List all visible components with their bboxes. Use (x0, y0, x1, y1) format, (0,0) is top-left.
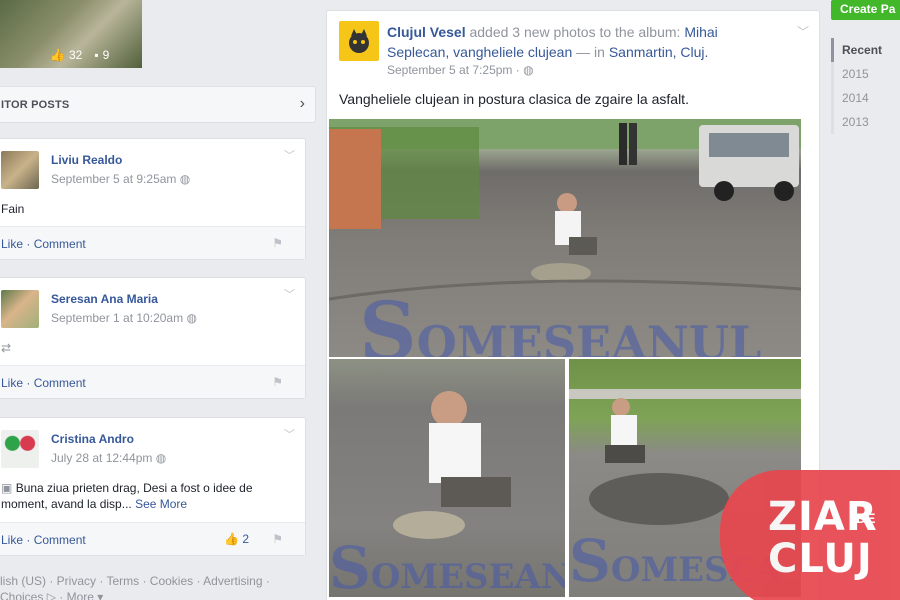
chevron-down-icon[interactable]: ﹀ (797, 23, 809, 40)
post-time[interactable]: September 5 at 9:25am ◍ (51, 172, 190, 186)
flag-icon[interactable]: ⚑ (272, 375, 283, 389)
visitor-post: Seresan Ana Maria September 1 at 10:20am… (0, 277, 306, 399)
avatar[interactable] (1, 430, 39, 468)
photo-icon: ▣ (1, 481, 13, 495)
like-link[interactable]: Like (1, 376, 23, 390)
like-link[interactable]: Like (1, 533, 23, 547)
post-actions: Like · Comment ⚑ (0, 365, 305, 398)
post-text: Fain (1, 202, 25, 216)
year-recent[interactable]: Recent (831, 38, 900, 62)
post-author[interactable]: Liviu Realdo (51, 153, 190, 167)
post-text: ▣ Buna ziua prieten drag, Desi a fost o … (1, 481, 253, 511)
visitor-posts-header[interactable]: ITOR POSTS › (0, 86, 316, 123)
globe-icon: ◍ (179, 172, 191, 186)
chevron-down-icon[interactable]: ﹀ (284, 426, 295, 442)
comments-stat[interactable]: ▪ 9 (94, 48, 109, 62)
post-header: Clujul Vesel added 3 new photos to the a… (387, 24, 718, 60)
chevron-down-icon[interactable]: ﹀ (284, 147, 295, 163)
flag-icon[interactable]: ⚑ (272, 236, 283, 250)
watermark: SOMESEANUL (359, 284, 762, 357)
visitor-post: Liviu Realdo September 5 at 9:25am ◍ ﹀ F… (0, 138, 306, 260)
comment-link[interactable]: Comment (34, 376, 86, 390)
globe-icon: ◍ (523, 63, 534, 77)
chevron-right-icon[interactable]: › (300, 95, 305, 113)
like-count[interactable]: 👍 2 (224, 532, 249, 546)
comment-link[interactable]: Comment (34, 237, 86, 251)
location-link[interactable]: Sanmartin, Cluj. (609, 44, 709, 60)
year-2015[interactable]: 2015 (831, 62, 900, 86)
footer-links[interactable]: lish (US) · Privacy · Terms · Cookies · … (0, 573, 300, 600)
year-2013[interactable]: 2013 (831, 110, 900, 134)
post-actions: Like · Comment 👍 2 ⚑ (0, 522, 305, 555)
page-avatar[interactable] (339, 21, 379, 61)
post-time[interactable]: July 28 at 12:44pm ◍ (51, 451, 166, 465)
post-time[interactable]: September 5 at 7:25pm · ◍ (387, 63, 534, 77)
thumbs-up-icon: 👍 (50, 48, 65, 62)
post-text: Vangheliele clujean in postura clasica d… (339, 91, 689, 107)
post-author[interactable]: Seresan Ana Maria (51, 292, 197, 306)
post-author[interactable]: Cristina Andro (51, 432, 166, 446)
like-link[interactable]: Like (1, 237, 23, 251)
visitor-posts-title: ITOR POSTS (1, 99, 70, 111)
globe-icon: ◍ (155, 451, 167, 465)
globe-icon: ◍ (186, 311, 197, 325)
thumbs-up-icon: 👍 (224, 532, 239, 546)
top-photo-thumbnail[interactable]: 👍 32 ▪ 9 (0, 0, 142, 68)
post-actions: Like · Comment ⚑ (0, 226, 305, 259)
post-photo-main[interactable]: SOMESEANUL (329, 119, 801, 357)
visitor-post: Cristina Andro July 28 at 12:44pm ◍ ﹀ ▣ … (0, 417, 306, 556)
see-more-link[interactable]: See More (135, 497, 187, 511)
shared-icon: ⇄ (1, 341, 12, 355)
comment-icon: ▪ (94, 48, 99, 62)
year-2014[interactable]: 2014 (831, 86, 900, 110)
flag-icon[interactable]: ⚑ (272, 532, 283, 546)
likes-stat[interactable]: 👍 32 (50, 48, 82, 62)
cat-icon (349, 29, 369, 53)
post-photo-bottom-left[interactable]: SOMESEAN (329, 359, 565, 597)
post-time[interactable]: September 1 at 10:20am ◍ (51, 311, 197, 325)
page-name-link[interactable]: Clujul Vesel (387, 24, 466, 40)
create-page-button[interactable]: Create Pa (831, 0, 900, 20)
ziar-de-cluj-logo: ZIAR DE CLUJ (720, 470, 900, 600)
chevron-down-icon[interactable]: ﹀ (284, 286, 295, 302)
timeline-years: Recent 2015 2014 2013 (831, 38, 900, 134)
avatar[interactable] (1, 151, 39, 189)
watermark: SOMESEAN (329, 534, 565, 597)
photo-stats: 👍 32 ▪ 9 (50, 48, 109, 62)
avatar[interactable] (1, 290, 39, 328)
comment-link[interactable]: Comment (34, 533, 86, 547)
